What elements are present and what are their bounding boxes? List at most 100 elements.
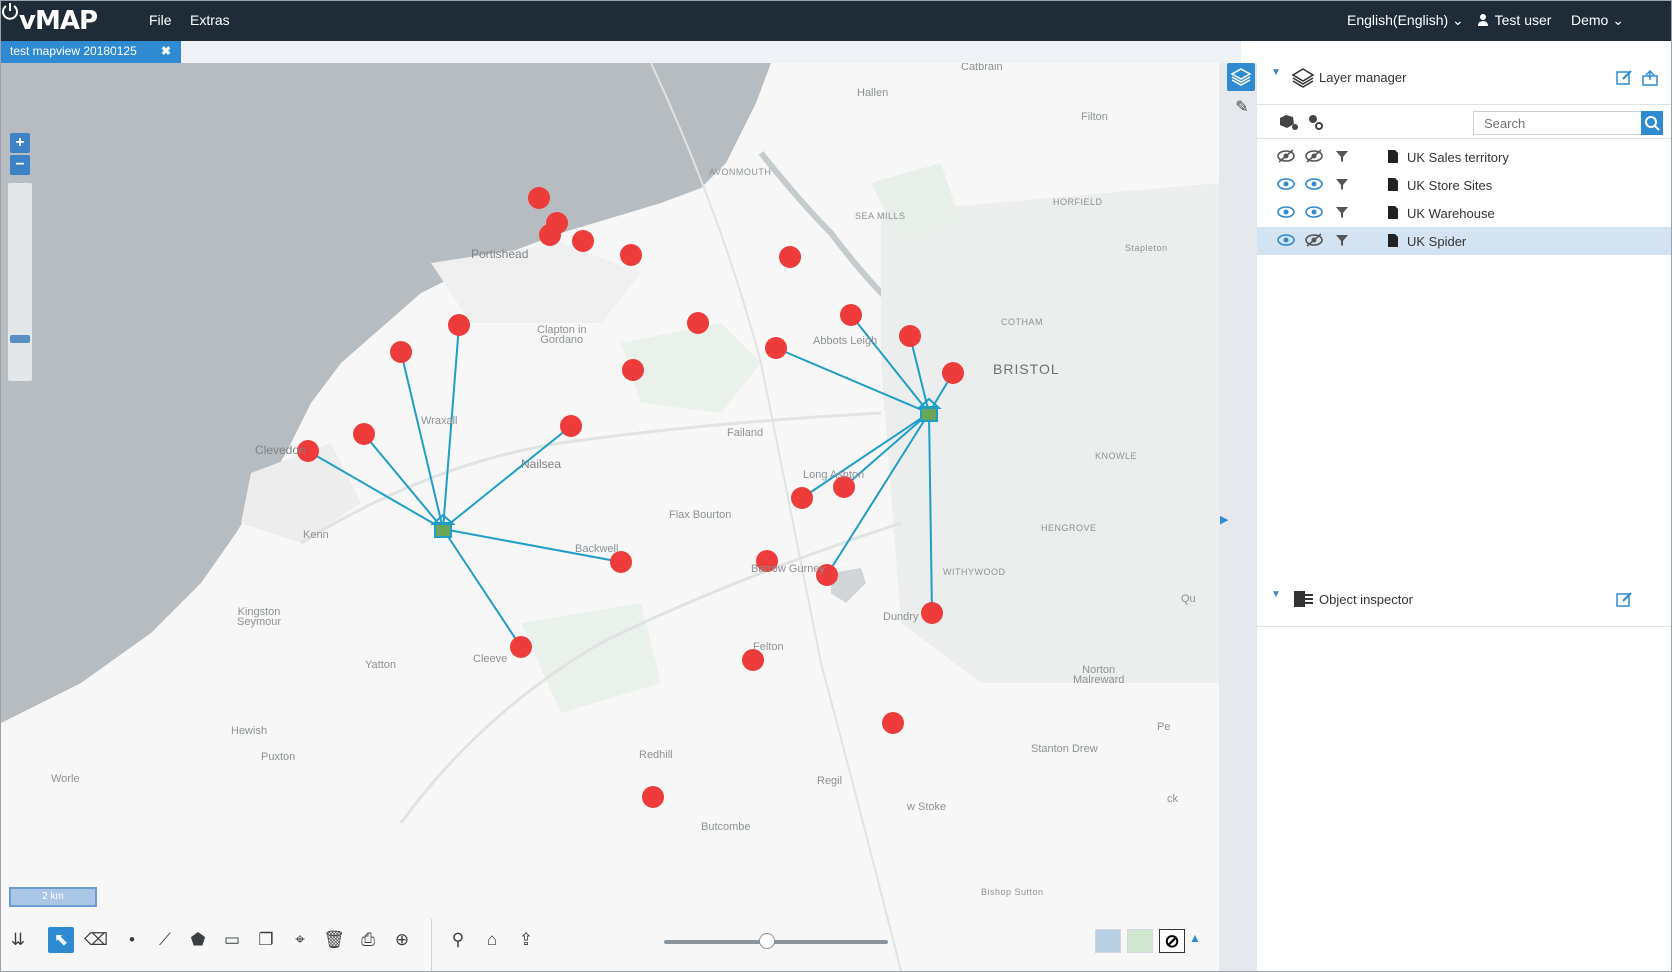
print-icon[interactable]: ⎙ — [355, 927, 381, 953]
edit-icon[interactable] — [1615, 591, 1633, 609]
line-icon[interactable]: ⟋ — [152, 927, 178, 953]
menu-extras[interactable]: Extras — [190, 12, 230, 28]
store-site-marker[interactable] — [899, 325, 921, 347]
map-canvas[interactable]: Catbrain Hallen Filton AVONMOUTH SEA MILLS HO… — [1, 63, 1219, 971]
share-icon[interactable]: ⇪ — [513, 927, 539, 953]
visibility-eye-icon[interactable] — [1277, 149, 1295, 163]
layer-row[interactable]: UK Store Sites — [1257, 171, 1671, 199]
collapse-icon[interactable]: ⇊ — [5, 927, 31, 953]
search-icon[interactable]: ⚲ — [445, 927, 471, 953]
tab-bar: test mapview 20180125 ✖ — [1, 41, 1241, 63]
layer-search-button[interactable] — [1641, 111, 1663, 135]
label-eye-icon[interactable] — [1305, 205, 1323, 219]
label-eye-icon[interactable] — [1305, 233, 1323, 247]
map-pin-icon[interactable]: ⌖ — [287, 927, 313, 953]
store-site-marker[interactable] — [560, 415, 582, 437]
opacity-slider-track[interactable] — [664, 940, 888, 944]
map-place-label: Pe — [1157, 721, 1171, 733]
scale-bar: 2 km — [9, 887, 97, 907]
filter-icon[interactable] — [1335, 205, 1349, 219]
store-site-marker[interactable] — [687, 312, 709, 334]
tab-mapview[interactable]: test mapview 20180125 ✖ — [1, 41, 181, 63]
edit-icon[interactable] — [1615, 69, 1633, 87]
filter-icon[interactable] — [1335, 177, 1349, 191]
store-site-marker[interactable] — [390, 341, 412, 363]
expand-triangle-icon[interactable]: ▼ — [1271, 589, 1281, 600]
store-site-marker[interactable] — [779, 246, 801, 268]
layer-manager-header[interactable]: ▼ Layer manager — [1257, 63, 1671, 105]
home-icon[interactable]: ⌂ — [479, 927, 505, 953]
basemap-topo-thumb[interactable] — [1127, 929, 1153, 953]
layer-row[interactable]: UK Sales territory — [1257, 143, 1671, 171]
export-icon[interactable] — [1641, 69, 1659, 87]
power-icon[interactable] — [1, 1, 19, 21]
copy-icon[interactable]: ❐ — [253, 927, 279, 953]
visibility-eye-icon[interactable] — [1277, 233, 1295, 247]
store-site-marker[interactable] — [840, 304, 862, 326]
zoom-extent-icon[interactable]: ⊕ — [389, 927, 415, 953]
layer-row[interactable]: UK Warehouse — [1257, 199, 1671, 227]
zoom-slider-track[interactable] — [8, 183, 32, 381]
zoom-out-button[interactable]: − — [10, 155, 30, 175]
store-site-marker[interactable] — [622, 359, 644, 381]
store-site-marker[interactable] — [620, 244, 642, 266]
expand-triangle-icon[interactable]: ▼ — [1271, 67, 1281, 78]
delete-icon[interactable]: 🗑 — [321, 927, 347, 953]
account-selector[interactable]: Demo ⌄ — [1571, 12, 1624, 29]
basemap-satellite-thumb[interactable] — [1095, 929, 1121, 953]
opacity-slider-handle[interactable] — [759, 933, 775, 949]
user-menu[interactable]: Test user — [1477, 12, 1551, 28]
visibility-eye-icon[interactable] — [1277, 177, 1295, 191]
store-site-marker[interactable] — [353, 423, 375, 445]
visibility-eye-icon[interactable] — [1277, 205, 1295, 219]
store-site-marker[interactable] — [942, 362, 964, 384]
store-site-marker[interactable] — [921, 602, 943, 624]
layer-name: UK Store Sites — [1407, 178, 1493, 193]
polygon-icon[interactable]: ⬟ — [185, 927, 211, 953]
filter-icon[interactable] — [1335, 149, 1349, 163]
menu-file[interactable]: File — [149, 12, 172, 28]
inspector-icon — [1294, 591, 1313, 607]
language-selector[interactable]: English(English) ⌄ — [1347, 12, 1464, 29]
basemap-switch-icon[interactable]: ⊘ — [1159, 929, 1185, 953]
point-icon[interactable]: • — [119, 927, 145, 953]
collapse-panel-icon[interactable]: ▶ — [1220, 513, 1228, 526]
map-place-label: Butcombe — [701, 821, 751, 833]
label-eye-icon[interactable] — [1305, 149, 1323, 163]
store-site-marker[interactable] — [642, 786, 664, 808]
map-place-label: Clapton in Gordano — [537, 324, 587, 346]
store-site-marker[interactable] — [765, 337, 787, 359]
document-icon — [1388, 178, 1398, 191]
map-place-label: SEA MILLS — [855, 211, 906, 221]
filter-icon[interactable] — [1335, 233, 1349, 247]
store-site-marker[interactable] — [572, 230, 594, 252]
map-place-label: Puxton — [261, 751, 296, 763]
layer-row[interactable]: UK Spider — [1257, 227, 1671, 255]
select-icon[interactable]: ⬉ — [48, 927, 74, 953]
basemap-expand-icon[interactable]: ▲ — [1189, 931, 1201, 945]
store-site-marker[interactable] — [539, 224, 561, 246]
measure-icon[interactable]: ▭ — [219, 927, 245, 953]
close-icon[interactable]: ✖ — [161, 44, 171, 58]
store-site-marker[interactable] — [882, 712, 904, 734]
object-inspector-header[interactable]: ▼ Object inspector — [1257, 575, 1671, 627]
zoom-in-button[interactable]: + — [10, 133, 30, 153]
store-site-marker[interactable] — [791, 487, 813, 509]
add-wms-icon[interactable] — [1307, 113, 1325, 131]
layer-search-input[interactable] — [1473, 111, 1643, 135]
map-place-label: KNOWLE — [1095, 451, 1138, 461]
zoom-control: + − — [8, 133, 32, 383]
store-site-marker[interactable] — [528, 187, 550, 209]
add-layer-icon[interactable] — [1277, 113, 1299, 131]
layers-tab-button[interactable] — [1227, 63, 1255, 91]
object-inspector-title: Object inspector — [1319, 592, 1413, 607]
store-site-marker[interactable] — [510, 636, 532, 658]
layers-icon — [1230, 68, 1252, 86]
label-eye-icon[interactable] — [1305, 177, 1323, 191]
eraser-icon[interactable]: ⌫ — [83, 927, 109, 953]
spider-line — [442, 425, 572, 530]
zoom-slider-handle[interactable] — [10, 335, 30, 343]
store-site-marker[interactable] — [448, 314, 470, 336]
map-place-label: Kenn — [303, 529, 329, 541]
style-icon[interactable]: ✎ — [1231, 97, 1253, 119]
